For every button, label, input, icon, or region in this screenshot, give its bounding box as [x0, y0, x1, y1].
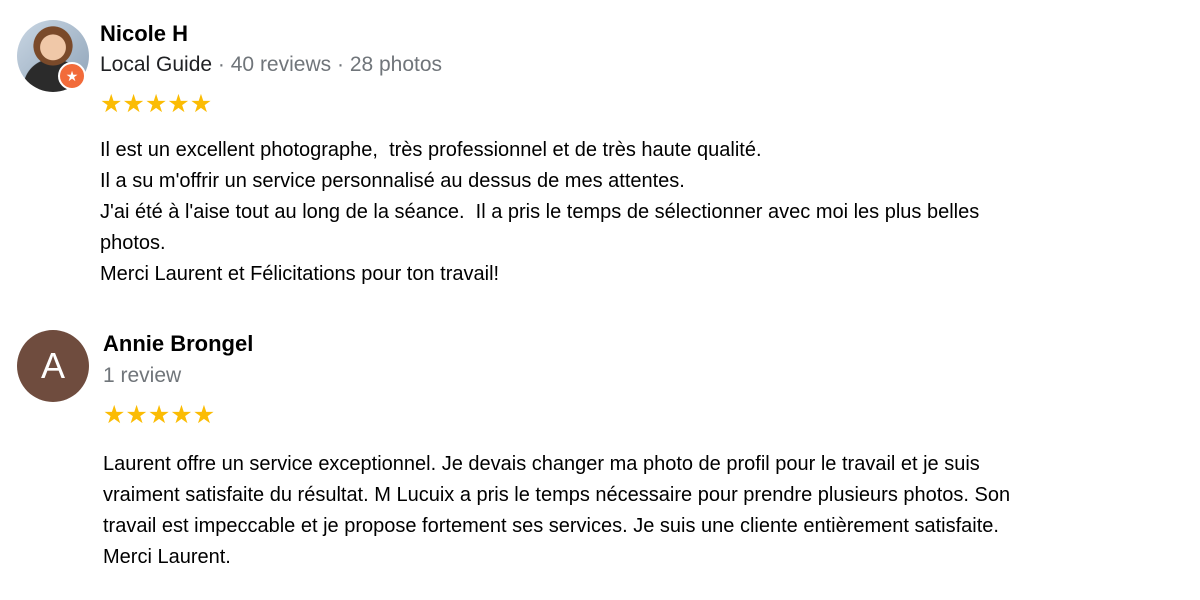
- star-icon: ★: [122, 90, 145, 118]
- review-count: 40 reviews: [230, 53, 332, 76]
- star-rating: ★★★★★: [100, 89, 212, 119]
- review-text: Laurent offre un service exceptionnel. J…: [103, 453, 1011, 568]
- meta-separator: ·: [212, 53, 231, 76]
- reviewer-meta: Local Guide · 40 reviews · 28 photos: [100, 53, 442, 77]
- meta-separator: ·: [331, 53, 350, 76]
- star-rating: ★★★★★: [103, 400, 215, 430]
- local-guide-label: Local Guide: [100, 53, 213, 76]
- star-icon: ★: [192, 401, 216, 429]
- review-card: A Annie Brongel 1 review ★★★★★ Laurent o…: [0, 310, 1200, 600]
- reviewer-name[interactable]: Annie Brongel: [103, 331, 253, 357]
- reviewer-name[interactable]: Nicole H: [100, 21, 188, 47]
- star-icon: ★: [144, 90, 168, 118]
- local-guide-star-icon: ★: [58, 62, 86, 90]
- star-icon: ★: [100, 90, 123, 118]
- star-icon: ★: [103, 401, 126, 429]
- review-card: ★ Nicole H Local Guide · 40 reviews · 28…: [0, 0, 1200, 310]
- star-icon: ★: [125, 401, 148, 429]
- star-icon: ★: [170, 401, 193, 429]
- review-text: Il est un excellent photographe, très pr…: [100, 139, 980, 285]
- photo-count: 28 photos: [349, 53, 443, 76]
- review-count: 1 review: [103, 364, 182, 387]
- star-icon: ★: [147, 401, 171, 429]
- star-icon: ★: [167, 90, 190, 118]
- reviewer-avatar[interactable]: A: [17, 330, 89, 402]
- star-icon: ★: [189, 90, 213, 118]
